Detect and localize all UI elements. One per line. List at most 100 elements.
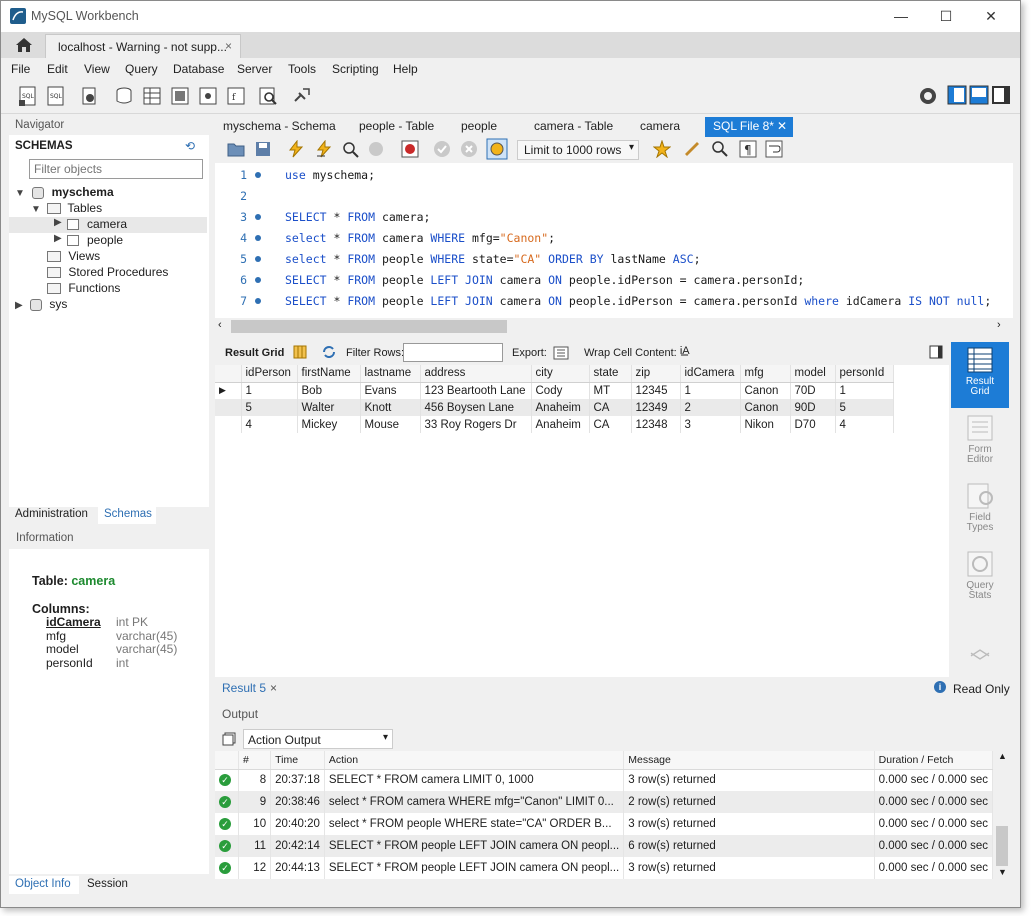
maximize-icon[interactable]: ☐ [926,5,966,27]
create-view-icon[interactable] [169,85,191,107]
table-cell[interactable]: 33 Roy Rogers Dr [420,416,532,433]
menu-server[interactable]: Server [237,62,272,76]
tab-schemas[interactable]: Schemas [98,506,156,524]
column-header[interactable]: zip [631,365,681,383]
column-header[interactable]: Message [623,751,875,770]
result-grid-view-button[interactable]: Result Grid [951,342,1009,408]
table-cell[interactable]: 1 [835,382,894,399]
wrap-cell-icon[interactable]: Ꭵ͟A [680,345,690,358]
scroll-down-icon[interactable]: ▼ [998,867,1007,877]
table-cell[interactable]: 5 [835,399,894,416]
create-procedure-icon[interactable] [197,85,219,107]
output-row[interactable]: ✓ 8 20:37:18 SELECT * FROM camera LIMIT … [215,769,994,791]
output-grid[interactable]: # Time Action Message Duration / Fetch ✓… [215,751,994,879]
table-cell[interactable]: Anaheim [531,399,590,416]
table-row[interactable]: 4 Mickey Mouse 33 Roy Rogers Dr Anaheim … [215,416,894,433]
toggle-secondary-sidebar-icon[interactable] [991,85,1013,107]
minimize-icon[interactable]: — [881,5,921,27]
tab-camera-table[interactable]: camera - Table [526,117,621,137]
output-vertical-scrollbar[interactable]: ▲ ▼ [993,751,1011,879]
column-header[interactable]: city [531,365,590,383]
table-cell[interactable]: 1 [680,382,741,399]
column-header[interactable]: firstName [297,365,361,383]
tree-table-camera[interactable]: ▶ camera [9,217,207,233]
inspector-icon[interactable] [79,85,101,107]
tree-functions[interactable]: Functions [47,281,120,297]
tab-sql-file[interactable]: SQL File 8* ✕ [705,117,793,137]
create-schema-icon[interactable] [113,85,135,107]
table-cell[interactable]: CA [589,399,632,416]
menu-database[interactable]: Database [173,62,224,76]
column-header[interactable]: lastname [360,365,421,383]
tree-schema-sys[interactable]: ▶ sys [15,297,67,313]
scroll-right-icon[interactable]: › [997,319,1001,331]
table-cell[interactable]: 12348 [631,416,681,433]
menu-file[interactable]: File [11,62,30,76]
add-snippet-star-icon[interactable] [652,139,672,161]
table-cell[interactable]: Bob [297,382,361,399]
export-icon[interactable] [553,344,569,363]
save-icon[interactable] [255,141,271,160]
table-cell[interactable]: Mickey [297,416,361,433]
open-folder-icon[interactable] [227,141,245,160]
tab-people[interactable]: people [453,117,505,137]
stop-icon[interactable] [367,140,385,161]
table-cell[interactable]: D70 [790,416,836,433]
tab-object-info[interactable]: Object Info [9,876,79,894]
toggle-continue-on-error-icon[interactable] [401,140,419,161]
tab-myschema-schema[interactable]: myschema - Schema [215,117,344,137]
tree-tables[interactable]: ▼ Tables [31,201,102,217]
tree-schema-myschema[interactable]: ▼ myschema [15,185,114,201]
tab-people-table[interactable]: people - Table [351,117,442,137]
output-row[interactable]: ✓ 10 20:40:20 select * FROM people WHERE… [215,813,994,835]
execute-current-icon[interactable] [315,139,333,161]
copy-output-icon[interactable] [222,732,236,749]
output-row[interactable]: ✓ 9 20:38:46 select * FROM camera WHERE … [215,791,994,813]
close-tab-icon[interactable]: ✕ [777,119,787,133]
word-wrap-icon[interactable] [765,140,783,161]
table-cell[interactable]: 90D [790,399,836,416]
table-cell[interactable]: CA [589,416,632,433]
table-cell[interactable]: Canon [740,382,791,399]
scrollbar-thumb[interactable] [996,826,1008,866]
open-sql-file-icon[interactable]: SQL [45,85,67,107]
find-icon[interactable] [711,140,729,161]
table-cell[interactable]: 456 Boysen Lane [420,399,532,416]
tab-administration[interactable]: Administration [9,506,99,524]
result-tab[interactable]: Result 5 [222,681,266,695]
toggle-result-panel-icon[interactable] [929,345,943,362]
tree-views[interactable]: Views [47,249,100,265]
filter-objects-input[interactable] [29,159,203,179]
new-sql-tab-icon[interactable]: SQL [17,85,39,107]
column-header[interactable]: model [790,365,836,383]
tree-stored-procedures[interactable]: Stored Procedures [47,265,168,281]
table-cell[interactable]: Cody [531,382,590,399]
table-cell[interactable]: 4 [241,416,298,433]
table-cell[interactable]: 2 [680,399,741,416]
column-header[interactable]: address [420,365,532,383]
table-cell[interactable]: 5 [241,399,298,416]
column-header[interactable]: # [238,751,272,770]
close-result-tab-icon[interactable]: × [270,681,277,695]
menu-query[interactable]: Query [125,62,158,76]
form-editor-button[interactable]: Form Editor [951,414,1009,474]
output-row[interactable]: ✓ 11 20:42:14 SELECT * FROM people LEFT … [215,835,994,857]
beautify-icon[interactable] [683,140,701,161]
table-cell[interactable]: 123 Beartooth Lane [420,382,532,399]
scroll-up-icon[interactable]: ▲ [998,751,1007,761]
table-cell[interactable]: 1 [241,382,298,399]
column-header[interactable]: Action [324,751,625,770]
close-window-icon[interactable]: ✕ [971,5,1011,27]
table-cell[interactable]: 12345 [631,382,681,399]
refresh-icon[interactable] [321,344,337,363]
connection-tab-close-icon[interactable]: × [225,39,232,53]
invisible-chars-icon[interactable]: ¶ [739,140,757,161]
column-header[interactable]: Duration / Fetch [874,751,994,770]
tab-session[interactable]: Session [81,876,141,894]
table-cell[interactable]: Mouse [360,416,421,433]
toggle-sidebar-icon[interactable] [947,85,969,107]
reconnect-icon[interactable] [291,85,313,107]
connection-tab[interactable]: localhost - Warning - not supp... × [45,34,241,58]
table-cell[interactable]: 3 [680,416,741,433]
table-row[interactable]: 5 Walter Knott 456 Boysen Lane Anaheim C… [215,399,894,416]
